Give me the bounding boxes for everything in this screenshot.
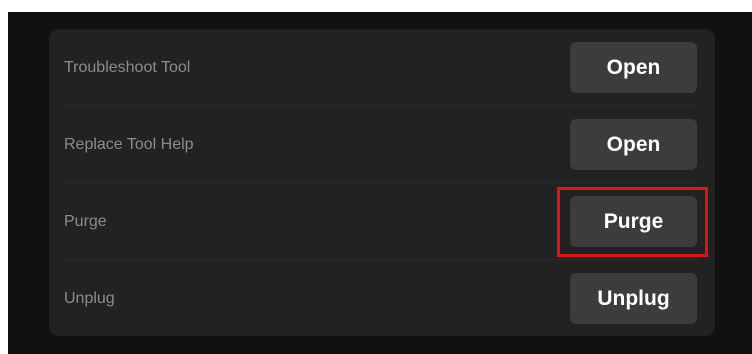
open-replace-tool-help-button[interactable]: Open bbox=[570, 119, 697, 170]
settings-row-troubleshoot-tool: Troubleshoot Tool Open bbox=[49, 29, 715, 106]
unplug-button[interactable]: Unplug bbox=[570, 273, 697, 324]
row-label-unplug: Unplug bbox=[64, 290, 115, 307]
purge-button[interactable]: Purge bbox=[570, 196, 697, 247]
open-troubleshoot-tool-button[interactable]: Open bbox=[570, 42, 697, 93]
row-label-replace-tool-help: Replace Tool Help bbox=[64, 136, 194, 153]
settings-row-replace-tool-help: Replace Tool Help Open bbox=[49, 106, 715, 183]
settings-row-purge: Purge Purge bbox=[49, 183, 715, 260]
row-label-purge: Purge bbox=[64, 213, 107, 230]
settings-row-unplug: Unplug Unplug bbox=[49, 260, 715, 337]
screen: Troubleshoot Tool Open Replace Tool Help… bbox=[0, 0, 752, 354]
row-label-troubleshoot-tool: Troubleshoot Tool bbox=[64, 59, 191, 76]
settings-card: Troubleshoot Tool Open Replace Tool Help… bbox=[49, 29, 715, 336]
dark-panel: Troubleshoot Tool Open Replace Tool Help… bbox=[8, 12, 752, 354]
